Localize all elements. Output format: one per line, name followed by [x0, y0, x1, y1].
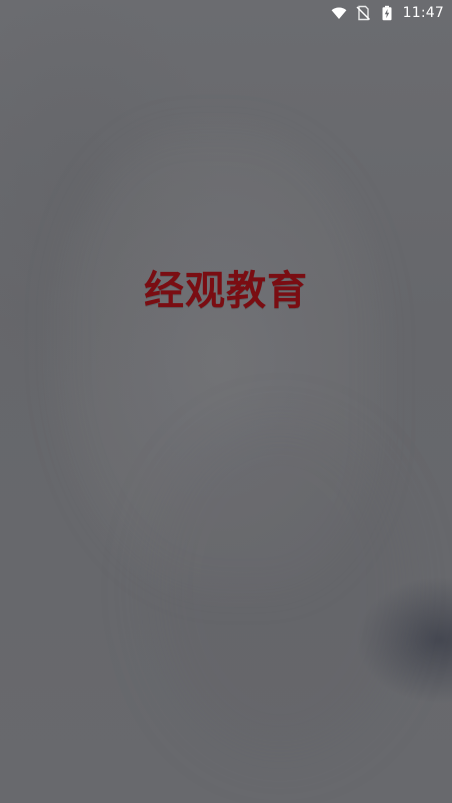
status-icons: 11:47	[331, 4, 444, 22]
splash-screen: 11:47 经观教育	[0, 0, 452, 803]
wifi-icon	[331, 7, 347, 19]
app-title: 经观教育	[144, 267, 308, 314]
status-bar: 11:47	[0, 0, 452, 26]
no-sim-icon	[356, 5, 370, 21]
battery-charging-icon	[382, 5, 392, 21]
clock-time: 11:47	[402, 5, 444, 21]
background-shape	[150, 420, 410, 760]
